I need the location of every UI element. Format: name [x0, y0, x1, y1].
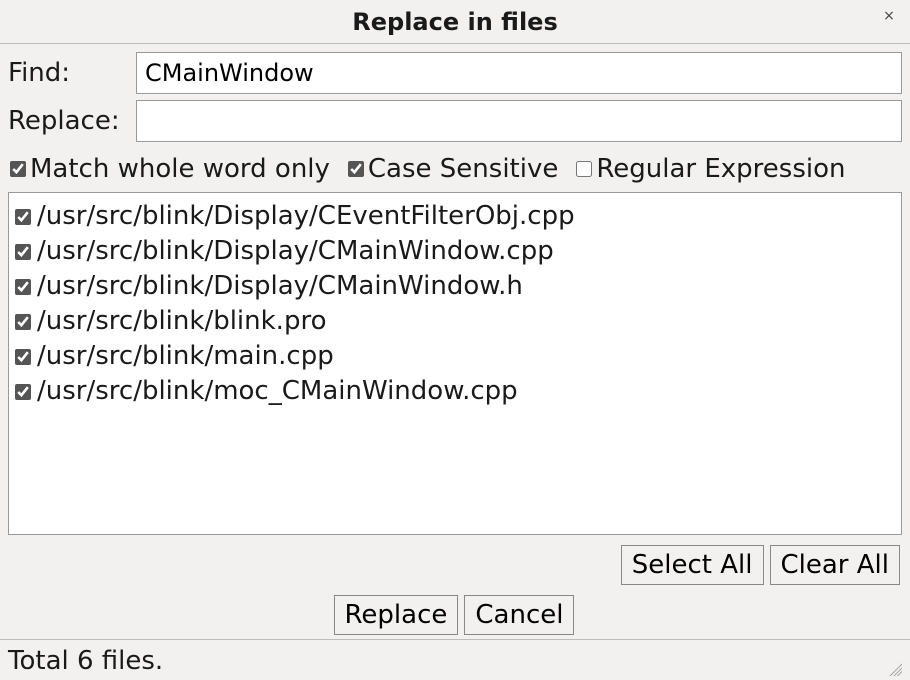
dialog-content: Find: Replace: Match whole word only Cas… — [0, 44, 910, 639]
file-checkbox[interactable] — [15, 384, 31, 400]
action-buttons-row: Replace Cancel — [8, 595, 902, 635]
file-list[interactable]: /usr/src/blink/Display/CEventFilterObj.c… — [8, 192, 902, 535]
case-sensitive-checkbox[interactable] — [348, 161, 364, 177]
regex-option[interactable]: Regular Expression — [576, 154, 845, 184]
match-whole-word-label: Match whole word only — [30, 154, 330, 184]
file-checkbox[interactable] — [15, 244, 31, 260]
file-row[interactable]: /usr/src/blink/Display/CMainWindow.cpp — [15, 234, 895, 269]
select-all-button[interactable]: Select All — [621, 545, 764, 585]
file-path: /usr/src/blink/main.cpp — [37, 339, 334, 374]
file-row[interactable]: /usr/src/blink/Display/CMainWindow.h — [15, 269, 895, 304]
file-checkbox[interactable] — [15, 209, 31, 225]
file-checkbox[interactable] — [15, 279, 31, 295]
file-checkbox[interactable] — [15, 314, 31, 330]
file-path: /usr/src/blink/Display/CEventFilterObj.c… — [37, 199, 575, 234]
clear-all-button[interactable]: Clear All — [770, 545, 901, 585]
regex-checkbox[interactable] — [576, 161, 592, 177]
window-title: Replace in files — [352, 8, 557, 36]
file-checkbox[interactable] — [15, 349, 31, 365]
file-row[interactable]: /usr/src/blink/main.cpp — [15, 339, 895, 374]
find-label: Find: — [8, 58, 136, 88]
match-whole-word-checkbox[interactable] — [10, 161, 26, 177]
status-text: Total 6 files. — [8, 646, 163, 676]
replace-button[interactable]: Replace — [334, 595, 459, 635]
file-path: /usr/src/blink/Display/CMainWindow.cpp — [37, 234, 554, 269]
selection-buttons-row: Select All Clear All — [8, 545, 902, 585]
replace-row: Replace: — [8, 100, 902, 142]
statusbar: Total 6 files. — [0, 639, 910, 680]
resize-grip-icon[interactable] — [886, 660, 902, 676]
file-path: /usr/src/blink/moc_CMainWindow.cpp — [37, 374, 518, 409]
cancel-button[interactable]: Cancel — [464, 595, 574, 635]
replace-in-files-dialog: Replace in files × Find: Replace: Match … — [0, 0, 910, 680]
find-row: Find: — [8, 52, 902, 94]
find-input[interactable] — [136, 52, 902, 94]
replace-label: Replace: — [8, 106, 136, 136]
replace-input[interactable] — [136, 100, 902, 142]
file-row[interactable]: /usr/src/blink/blink.pro — [15, 304, 895, 339]
case-sensitive-option[interactable]: Case Sensitive — [348, 154, 558, 184]
close-icon[interactable]: × — [880, 8, 898, 24]
file-path: /usr/src/blink/Display/CMainWindow.h — [37, 269, 523, 304]
file-row[interactable]: /usr/src/blink/Display/CEventFilterObj.c… — [15, 199, 895, 234]
match-whole-word-option[interactable]: Match whole word only — [10, 154, 330, 184]
options-row: Match whole word only Case Sensitive Reg… — [8, 154, 902, 184]
case-sensitive-label: Case Sensitive — [368, 154, 558, 184]
titlebar: Replace in files × — [0, 0, 910, 44]
file-path: /usr/src/blink/blink.pro — [37, 304, 326, 339]
regex-label: Regular Expression — [596, 154, 845, 184]
file-row[interactable]: /usr/src/blink/moc_CMainWindow.cpp — [15, 374, 895, 409]
